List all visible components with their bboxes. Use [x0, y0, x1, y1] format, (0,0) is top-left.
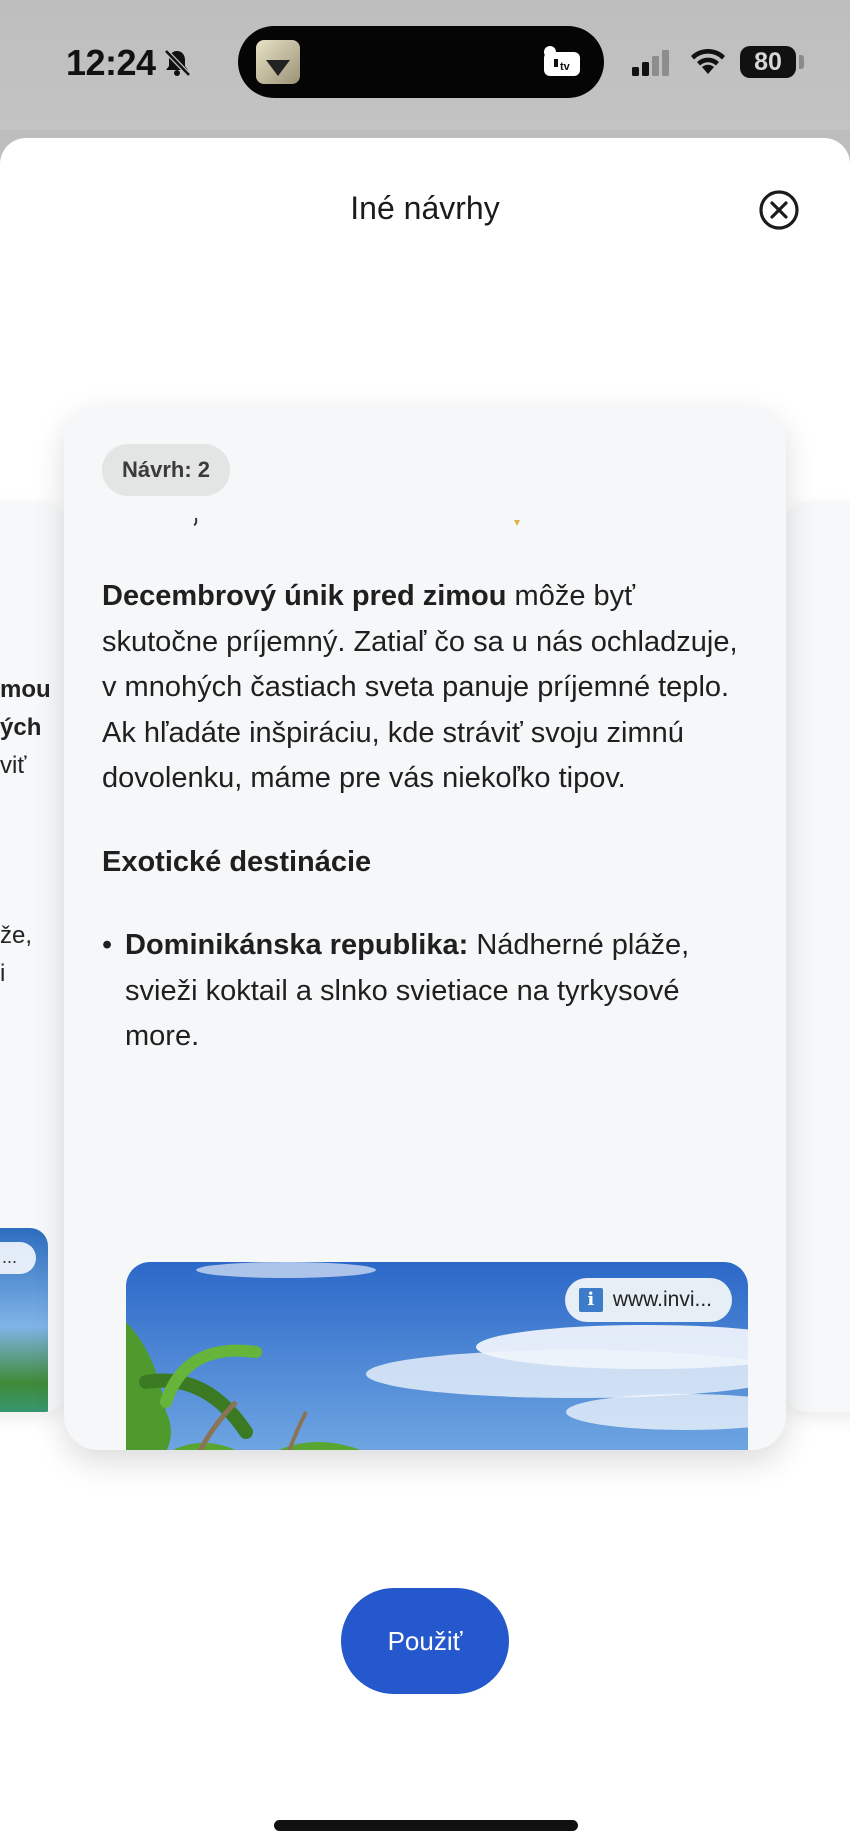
peek-line: že, [0, 922, 33, 949]
screen: 12:24 tv 80 Iné návrhy mou ých viť že, i… [0, 0, 850, 1847]
next-suggestion-card[interactable] [782, 502, 850, 1412]
bell-off-icon [164, 49, 191, 77]
wifi-icon [691, 48, 725, 74]
battery-icon: 80 [740, 46, 796, 78]
status-bar: 12:24 tv 80 [0, 0, 850, 130]
peek-line: mou [0, 676, 51, 703]
list-item: • Dominikánska republika: Nádherné pláže… [102, 923, 752, 1060]
battery-nub [799, 55, 804, 69]
apply-button[interactable]: Použiť [341, 1588, 509, 1694]
home-indicator[interactable] [274, 1820, 578, 1831]
intro-paragraph: Decembrový únik pred zimou môže byť skut… [102, 574, 752, 802]
section-heading: Exotické destinácie [102, 845, 372, 878]
info-icon: i [578, 1288, 603, 1312]
intro-bold: Decembrový únik pred zimou [102, 580, 507, 612]
close-button[interactable] [757, 188, 801, 232]
peek-line: i [0, 960, 6, 987]
image-source-label: www.invi... [612, 1288, 712, 1311]
suggestion-text: Decembrový únik pred zimou môže byť skut… [102, 574, 752, 1060]
dynamic-island[interactable]: tv [238, 26, 604, 98]
now-playing-thumbnail [256, 40, 300, 84]
status-time: 12:24 [66, 42, 156, 83]
apple-tv-icon: tv [544, 46, 580, 76]
sheet-title: Iné návrhy [350, 190, 500, 226]
peek-image-source-chip: ... [0, 1242, 36, 1274]
beach-image[interactable]: i www.invi... [126, 1262, 748, 1450]
clipped-text-remnant [193, 518, 520, 526]
peek-line: ých [0, 714, 42, 741]
intro-rest: môže byť skutočne príjemný. Zatiaľ čo sa… [102, 580, 738, 794]
svg-text:tv: tv [560, 61, 571, 73]
suggestions-sheet: Iné návrhy mou ých viť že, i ... Návrh: … [0, 138, 850, 1847]
list-item-bold: Dominikánska republika: [125, 929, 469, 961]
peek-image: ... [0, 1228, 48, 1412]
previous-suggestion-card[interactable]: mou ých viť že, i ... [0, 502, 70, 1412]
signal-icon [632, 50, 669, 76]
suggestion-badge: Návrh: 2 [102, 444, 231, 496]
image-source-chip[interactable]: i www.invi... [564, 1278, 732, 1322]
suggestion-card[interactable]: Návrh: 2 Decembrový únik pred zimou môže… [64, 406, 786, 1450]
peek-line: viť [0, 752, 27, 779]
bullet-icon: • [102, 929, 113, 961]
